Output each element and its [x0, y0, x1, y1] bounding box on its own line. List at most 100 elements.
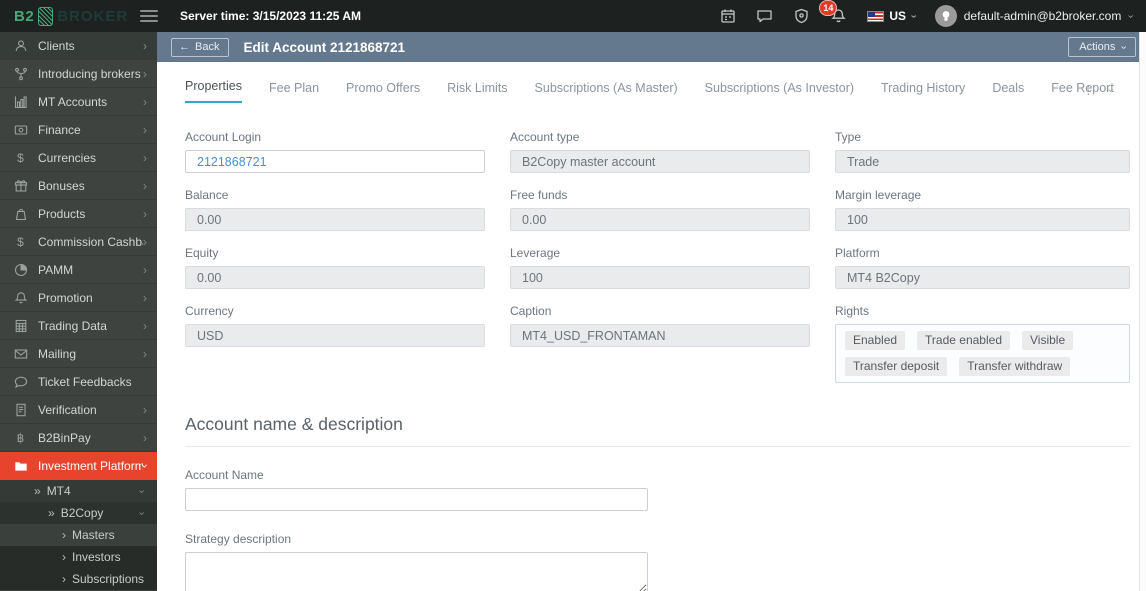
sidebar-item-mailing[interactable]: Mailing ›: [0, 340, 157, 368]
tab-promo-offers[interactable]: Promo Offers: [346, 81, 420, 103]
pamm-icon: [13, 262, 28, 277]
sidebar-item-ticket-feedbacks[interactable]: Ticket Feedbacks: [0, 368, 157, 396]
app-logo: B2 BROKER: [0, 6, 130, 26]
sidebar-item-trading-data[interactable]: Trading Data ›: [0, 312, 157, 340]
sidebar-item-promotion[interactable]: Promotion ›: [0, 284, 157, 312]
back-button[interactable]: ← Back: [171, 37, 230, 57]
field-leverage: Leverage: [510, 246, 810, 289]
rights-chip: Trade enabled: [917, 331, 1010, 350]
sidebar-item-introducing-brokers[interactable]: Introducing brokers ›: [0, 60, 157, 88]
calendar-icon[interactable]: [719, 8, 736, 25]
tab-subscriptions-as-master[interactable]: Subscriptions (As Master): [535, 81, 678, 103]
tab-risk-limits[interactable]: Risk Limits: [447, 81, 507, 103]
rights-chip: Transfer withdraw: [959, 357, 1071, 376]
language-selector[interactable]: US ›: [867, 9, 919, 23]
tab-fee-plan[interactable]: Fee Plan: [269, 81, 319, 103]
shield-icon[interactable]: [793, 8, 810, 25]
sidebar-subitem-b2copy[interactable]: » B2Copy ›: [0, 502, 157, 524]
trading-data-icon: [13, 318, 28, 333]
tab-trading-history[interactable]: Trading History: [881, 81, 965, 103]
page-header: ← Back Edit Account 2121868721 Actions ›: [157, 32, 1146, 62]
field-label: Rights: [835, 304, 870, 318]
sidebar-subitem-label: Subscriptions: [72, 572, 145, 586]
sidebar-item-finance[interactable]: Finance ›: [0, 116, 157, 144]
us-flag-icon: [867, 10, 885, 22]
sidebar-item-pamm[interactable]: PAMM ›: [0, 256, 157, 284]
chevron-right-icon: ›: [143, 38, 147, 53]
field-type: Type: [835, 130, 1130, 173]
sidebar-subitem-subscriptions[interactable]: › Subscriptions: [0, 568, 157, 590]
field-margin-leverage: Margin leverage: [835, 188, 1130, 231]
sidebar-item-commission-cashback[interactable]: $ Commission Cashback ›: [0, 228, 157, 256]
ticket-feedbacks-icon: [13, 374, 28, 389]
field-label: Caption: [510, 304, 552, 318]
account-type-input: [510, 150, 810, 173]
field-strategy-description: Strategy description: [185, 532, 1130, 591]
chevron-down-icon: ›: [1124, 14, 1137, 18]
clients-icon: [13, 38, 28, 53]
server-time-label: Server time:: [180, 9, 250, 23]
chevron-right-icon: ›: [143, 318, 147, 333]
chevron-down-icon[interactable]: ›: [1105, 88, 1117, 92]
sidebar-item-currencies[interactable]: $ Currencies ›: [0, 144, 157, 172]
commission-cashback-icon: $: [17, 234, 24, 249]
sidebar-item-clients[interactable]: Clients ›: [0, 32, 157, 60]
sidebar-item-investment-platform[interactable]: Investment Platform ›: [0, 452, 157, 480]
logo-device-icon: [38, 6, 54, 26]
sidebar-item-bonuses[interactable]: Bonuses ›: [0, 172, 157, 200]
actions-button[interactable]: Actions ›: [1068, 37, 1136, 57]
chevron-right-icon: ›: [143, 430, 147, 445]
tab-properties[interactable]: Properties: [185, 79, 242, 103]
chat-icon[interactable]: [756, 8, 773, 25]
chevron-down-icon: ›: [1117, 45, 1130, 49]
vertical-scrollbar[interactable]: [1139, 32, 1146, 591]
sidebar: Clients › Introducing brokers › MT Accou…: [0, 32, 157, 591]
notification-count-badge[interactable]: 14: [819, 0, 838, 16]
sidebar-subitem-investors[interactable]: › Investors: [0, 546, 157, 568]
balance-input: [185, 208, 485, 231]
chevron-down-icon: ›: [135, 489, 148, 493]
account-name-input[interactable]: [185, 488, 648, 511]
avatar: [934, 5, 957, 27]
sidebar-item-label: Mailing: [38, 346, 77, 361]
rights-chip: Transfer deposit: [845, 357, 948, 376]
sidebar-item-verification[interactable]: Verification ›: [0, 396, 157, 424]
user-menu[interactable]: default-admin@b2broker.com ›: [934, 5, 1137, 27]
tab-deals[interactable]: Deals: [992, 81, 1024, 103]
verification-icon: [13, 402, 28, 417]
sidebar-item-label: B2BinPay: [38, 430, 91, 445]
field-label: Balance: [185, 188, 229, 202]
chevron-right-icon: ›: [143, 122, 147, 137]
sidebar-item-label: Products: [38, 206, 86, 221]
tab-subscriptions-as-investor[interactable]: Subscriptions (As Investor): [705, 81, 854, 103]
bullet-icon: ›: [62, 528, 66, 542]
section-title-account-name-description: Account name & description: [185, 414, 1130, 447]
sidebar-item-label: MT Accounts: [38, 94, 108, 109]
field-label: Margin leverage: [835, 188, 922, 202]
page-title: Edit Account 2121868721: [243, 39, 406, 55]
sidebar-item-b2binpay[interactable]: ฿ B2BinPay ›: [0, 424, 157, 452]
field-account-type: Account type: [510, 130, 810, 173]
sidebar-subitem-mt4[interactable]: » MT4 ›: [0, 480, 157, 502]
sidebar-item-label: Trading Data: [38, 318, 107, 333]
field-rights: Rights Enabled Trade enabled Visible Tra…: [835, 304, 1130, 383]
main-panel: ← Back Edit Account 2121868721 Actions ›…: [157, 32, 1146, 591]
notifications-bell-icon[interactable]: 14: [819, 0, 847, 25]
chevron-right-icon: ›: [143, 290, 147, 305]
sidebar-item-mt-accounts[interactable]: MT Accounts ›: [0, 88, 157, 116]
field-label: Equity: [185, 246, 219, 260]
account-login-input[interactable]: [185, 150, 485, 173]
strategy-description-textarea[interactable]: [185, 552, 648, 591]
sidebar-item-products[interactable]: Products ›: [0, 200, 157, 228]
sidebar-subitem-label: B2Copy: [60, 506, 104, 520]
menu-toggle-icon[interactable]: [140, 10, 158, 22]
sidebar-subitem-masters[interactable]: › Masters: [0, 524, 157, 546]
type-input: [835, 150, 1130, 173]
tab-overflow-icon[interactable]: ⋮: [1082, 83, 1094, 97]
bonuses-icon: [13, 178, 28, 193]
rights-chip: Visible: [1022, 331, 1074, 350]
content-area: Properties Fee Plan Promo Offers Risk Li…: [157, 62, 1146, 591]
properties-form: Account Login Account type Type Balance …: [185, 130, 1130, 383]
bullet-icon: ›: [62, 572, 66, 586]
server-time-value: 3/15/2023 11:25 AM: [252, 9, 362, 23]
